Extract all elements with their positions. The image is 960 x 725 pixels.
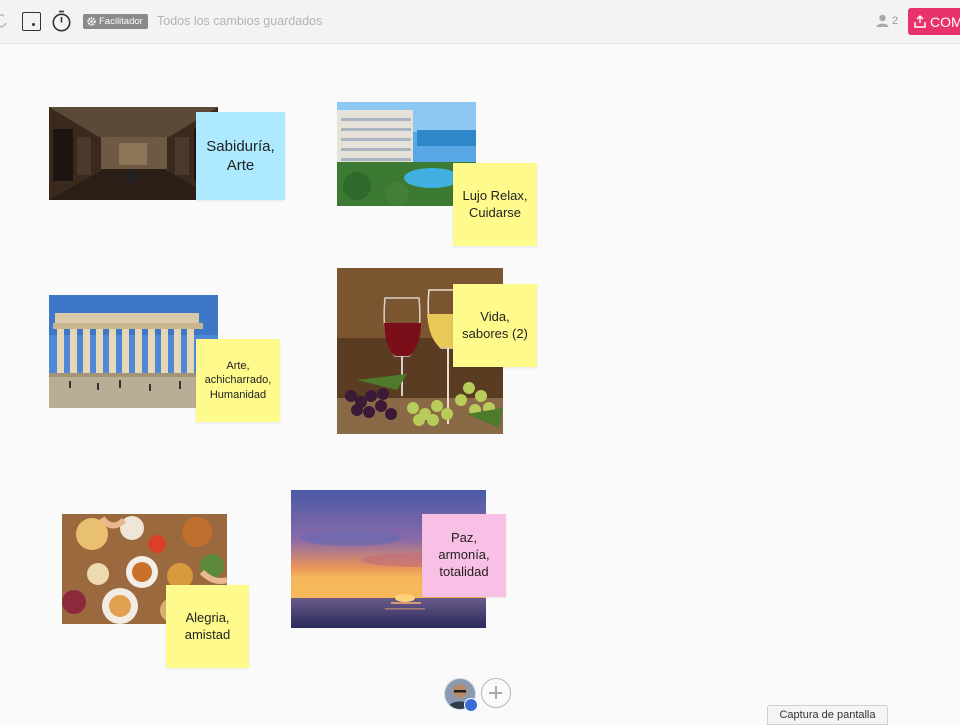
- sticky-note[interactable]: Lujo Relax, Cuidarse: [453, 163, 537, 246]
- user-count: 2: [892, 14, 899, 27]
- note-text: Lujo Relax, Cuidarse: [462, 187, 528, 220]
- sticky-note[interactable]: Arte, achicharrado, Humanidad: [196, 339, 280, 422]
- sticky-note[interactable]: Vida, sabores (2): [453, 284, 537, 367]
- note-text: Arte, achicharrado, Humanidad: [204, 360, 272, 401]
- note-text: Sabiduría, Arte: [206, 137, 275, 175]
- add-participant-button[interactable]: [481, 678, 511, 708]
- save-status: Todos los cambios guardados: [157, 14, 323, 28]
- undo-icon[interactable]: [0, 12, 8, 30]
- facilitator-label: Facilitador: [99, 16, 143, 27]
- share-button[interactable]: COM: [908, 8, 960, 35]
- gear-icon: [87, 17, 96, 26]
- user-icon: [876, 14, 889, 27]
- screenshot-button[interactable]: Captura de pantalla: [767, 705, 888, 725]
- museum-gallery-photo[interactable]: [49, 107, 218, 200]
- note-text: Vida, sabores (2): [462, 308, 528, 341]
- top-toolbar: Facilitador Todos los cambios guardados …: [0, 0, 960, 44]
- export-icon: [914, 15, 926, 28]
- participants-indicator[interactable]: 2: [876, 14, 898, 27]
- share-label: COM: [930, 13, 960, 30]
- sticky-note[interactable]: Sabiduría, Arte: [196, 112, 285, 200]
- sticky-note[interactable]: Paz, armonía, totalidad: [422, 514, 506, 597]
- note-text: Alegria, amistad: [184, 609, 231, 642]
- facilitator-badge[interactable]: Facilitador: [83, 14, 148, 29]
- facilitator-star-icon: [464, 698, 478, 712]
- timer-icon[interactable]: [51, 10, 72, 32]
- sticky-note[interactable]: Alegria, amistad: [166, 585, 249, 668]
- parthenon-photo[interactable]: [49, 295, 218, 408]
- note-text: Paz, armonía, totalidad: [438, 530, 490, 579]
- frame-icon[interactable]: [22, 12, 41, 31]
